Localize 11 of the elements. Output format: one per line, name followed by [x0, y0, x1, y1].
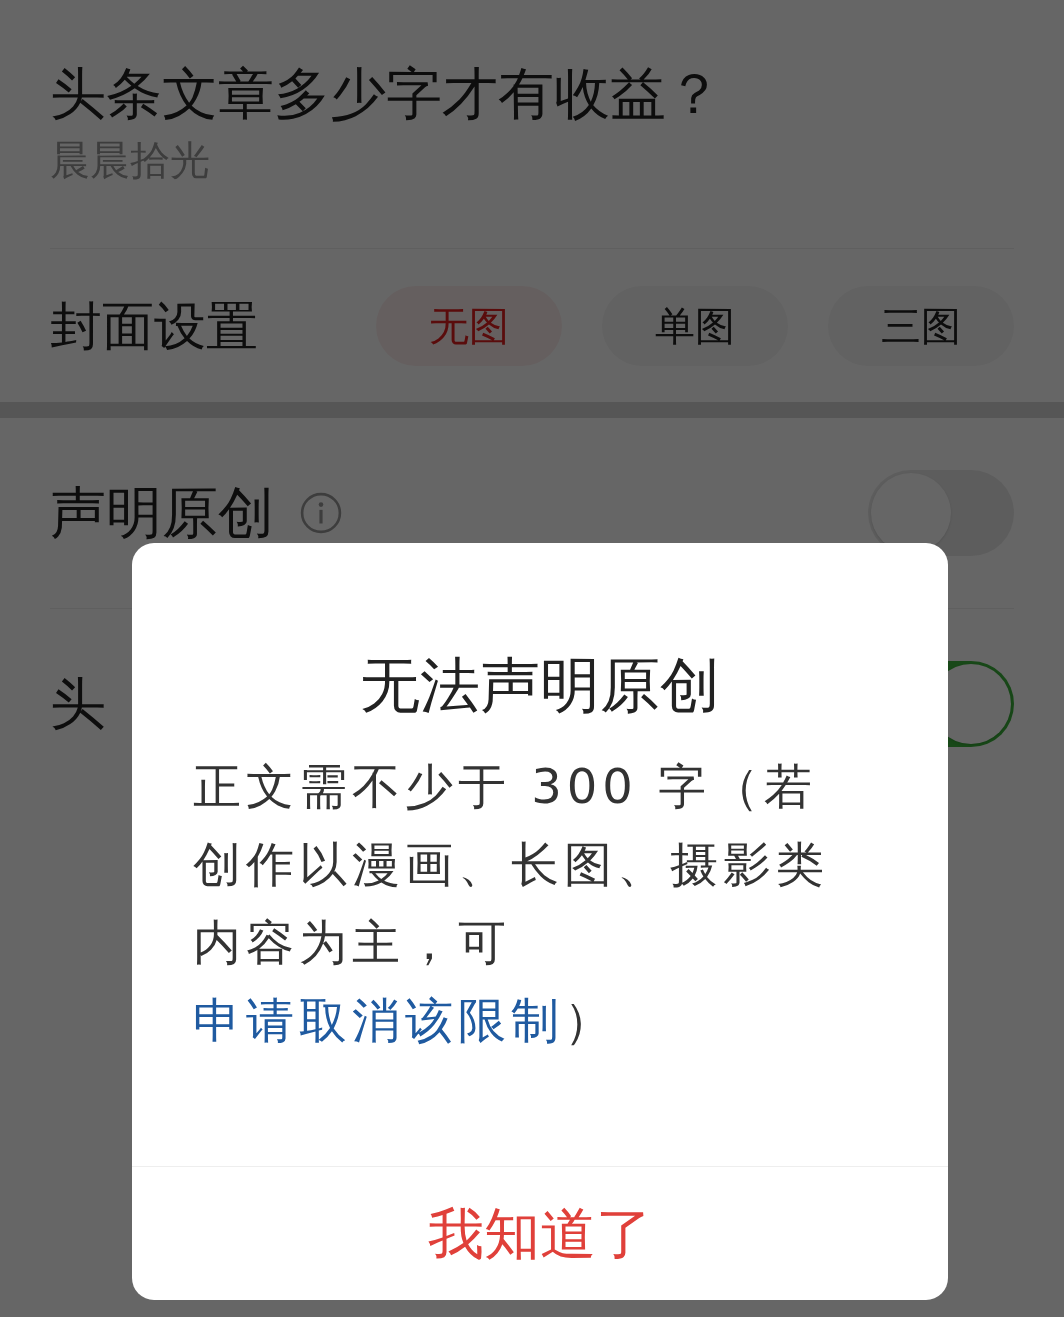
cover-option-tab[interactable]: 单图	[602, 285, 788, 366]
setting-label: 头	[50, 669, 106, 738]
request-link[interactable]: 申请取消该限制	[193, 992, 564, 1048]
confirm-button[interactable]: 我知道了	[132, 1166, 948, 1300]
dialog-message: 正文需不少于 300 字（若创作以漫画、长图、摄影类内容为主，可 申请取消该限制）	[193, 757, 830, 1050]
article-title: 头条文章多少字才有收益？	[50, 60, 723, 128]
setting-label: 声明原创	[50, 479, 274, 547]
cover-label: 封面设置	[50, 294, 259, 358]
cover-option-tab[interactable]: 三图	[828, 285, 1014, 366]
dialog-title: 无法声明原创	[359, 649, 721, 722]
cover-option-tab[interactable]: 无图	[376, 285, 562, 366]
